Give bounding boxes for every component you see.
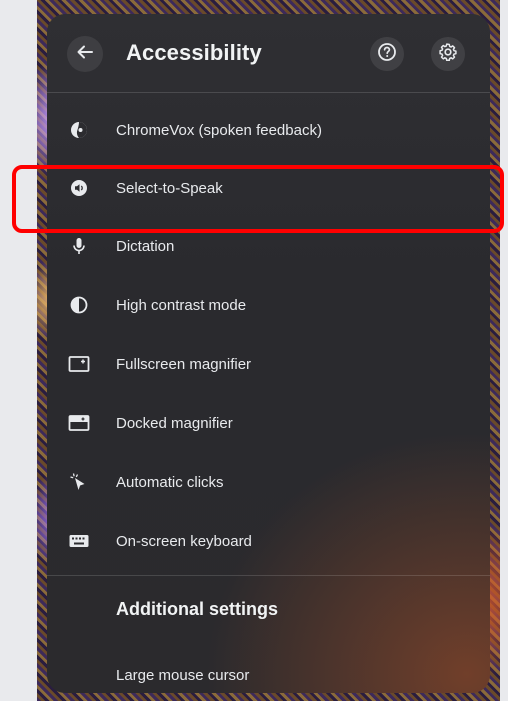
chromevox-icon <box>67 118 91 142</box>
accessibility-panel: Accessibility ChromeVox (spoken feedback… <box>47 14 490 693</box>
menu-item-label: Docked magnifier <box>116 414 233 432</box>
back-button[interactable] <box>67 36 103 72</box>
additional-settings-heading: Additional settings <box>116 599 278 619</box>
menu-item-chromevox[interactable]: ChromeVox (spoken feedback) <box>47 101 490 159</box>
menu-item-label: ChromeVox (spoken feedback) <box>116 121 322 139</box>
fullscreen-magnifier-icon <box>67 352 91 376</box>
menu-item-fullscreen-magnifier[interactable]: Fullscreen magnifier <box>47 335 490 393</box>
menu-item-high-contrast[interactable]: High contrast mode <box>47 276 490 334</box>
header-divider <box>47 92 490 93</box>
help-circle-icon <box>377 42 397 67</box>
menu-item-docked-magnifier[interactable]: Docked magnifier <box>47 394 490 452</box>
page-title: Accessibility <box>126 40 262 65</box>
menu-item-label: Automatic clicks <box>116 473 224 491</box>
menu-item-label: Dictation <box>116 237 175 255</box>
menu-item-label: High contrast mode <box>116 296 247 314</box>
menu-item-label: Large mouse cursor <box>116 666 250 684</box>
select-to-speak-icon <box>67 176 91 200</box>
menu-item-label: On-screen keyboard <box>116 532 252 550</box>
contrast-icon <box>67 293 91 317</box>
panel-header: Accessibility <box>47 14 490 92</box>
menu-item-label: Fullscreen magnifier <box>116 355 252 373</box>
menu-item-large-mouse-cursor[interactable]: Large mouse cursor <box>47 646 490 693</box>
section-divider <box>47 575 490 576</box>
cursor-click-icon <box>67 470 91 494</box>
keyboard-icon <box>67 529 91 553</box>
menu-item-dictation[interactable]: Dictation <box>47 217 490 275</box>
docked-magnifier-icon <box>67 411 91 435</box>
arrow-left-icon <box>76 43 94 66</box>
settings-button[interactable] <box>431 37 465 71</box>
menu-item-on-screen-keyboard[interactable]: On-screen keyboard <box>47 512 490 570</box>
help-button[interactable] <box>370 37 404 71</box>
menu-item-select-to-speak[interactable]: Select-to-Speak <box>47 159 490 217</box>
microphone-icon <box>67 234 91 258</box>
menu-item-label: Select-to-Speak <box>116 179 223 197</box>
gear-icon <box>438 42 458 67</box>
menu-item-automatic-clicks[interactable]: Automatic clicks <box>47 453 490 511</box>
